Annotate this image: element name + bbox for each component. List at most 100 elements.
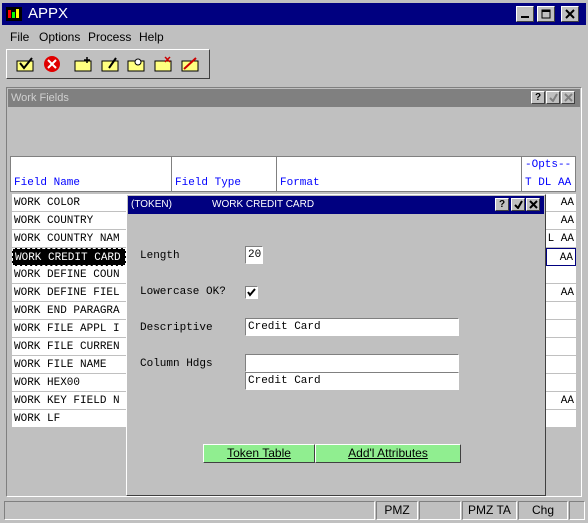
maximize-icon [541, 9, 551, 19]
menu-file-label: File [10, 30, 30, 44]
work-fields-title-bar [8, 89, 580, 107]
check-icon [16, 57, 34, 72]
lowercase-checkbox[interactable] [245, 286, 258, 299]
table-opts-cell [546, 302, 576, 320]
table-row[interactable]: WORK FILE CURREN [12, 338, 126, 356]
window-title: APPX [28, 5, 69, 22]
length-field[interactable]: 20 [245, 246, 263, 264]
table-opts-cell [546, 338, 576, 356]
column-hdg-field-1[interactable] [245, 354, 459, 372]
dialog-ok-button[interactable] [511, 198, 525, 211]
close-icon [528, 200, 538, 209]
table-row[interactable]: WORK COLOR [12, 194, 126, 212]
table-opts-cell [546, 266, 576, 284]
table-opts-cell: AA [546, 194, 576, 212]
descriptive-label: Descriptive [140, 322, 213, 334]
status-cell-1: PMZ [376, 501, 418, 520]
table-opts-cell: AA [546, 392, 576, 410]
status-cell-blank [419, 501, 461, 520]
inquire-button[interactable] [124, 53, 148, 75]
app-logo-icon [6, 7, 22, 21]
change-button[interactable] [98, 53, 122, 75]
main-title-bar [2, 3, 586, 25]
check-icon [513, 200, 523, 209]
col-header-field-name: Field Name [14, 177, 81, 189]
token-table-label: Token Table [227, 446, 291, 460]
table-row[interactable]: WORK FILE APPL I [12, 320, 126, 338]
checkmark-icon [247, 288, 256, 297]
lowercase-label: Lowercase OK? [140, 286, 226, 298]
close-folder-icon [154, 56, 172, 72]
add-attributes-label: Add'l Attributes [348, 446, 428, 460]
subwindow-close-button[interactable] [561, 91, 575, 104]
ok-button[interactable] [13, 53, 37, 75]
menu-file[interactable]: File [10, 30, 29, 44]
delete-button[interactable] [151, 53, 175, 75]
menu-process-label: Process [88, 30, 132, 44]
table-row[interactable]: WORK LF [12, 410, 126, 428]
close-button[interactable] [561, 6, 579, 22]
dialog-title: WORK CREDIT CARD [212, 199, 315, 210]
header-divider-2 [276, 156, 277, 192]
table-row[interactable]: WORK HEX00 [12, 374, 126, 392]
dialog-help-button[interactable]: ? [495, 198, 509, 211]
minimize-button[interactable] [516, 6, 534, 22]
table-row[interactable]: WORK KEY FIELD N [12, 392, 126, 410]
table-row[interactable]: WORK COUNTRY [12, 212, 126, 230]
menu-options[interactable]: Options [39, 30, 80, 44]
status-cell-end [569, 501, 585, 520]
table-row-selected[interactable]: WORK CREDIT CARD [12, 248, 126, 266]
dialog-title-bar [128, 196, 544, 214]
cancel-button[interactable] [40, 53, 64, 75]
table-opts-cell [546, 320, 576, 338]
delete-folder-icon [181, 57, 199, 72]
status-cell-3: Chg [518, 501, 568, 520]
menu-process[interactable]: Process [88, 30, 131, 44]
menu-options-label: Options [39, 30, 81, 44]
maximize-button[interactable] [537, 6, 555, 22]
subwindow-help-button[interactable]: ? [531, 91, 545, 104]
header-divider-3 [521, 156, 522, 192]
menu-help[interactable]: Help [139, 30, 164, 44]
table-opts-cell: L AA [546, 230, 576, 248]
cancel-icon [44, 56, 60, 72]
minimize-icon [521, 16, 529, 18]
work-fields-title: Work Fields [11, 92, 69, 104]
edit-folder-icon [101, 57, 119, 72]
header-divider-1 [171, 156, 172, 192]
add-attributes-button[interactable]: Add'l Attributes [315, 444, 461, 463]
add-button[interactable] [71, 53, 95, 75]
table-opts-cell [546, 410, 576, 428]
status-cell-2: PMZ TA [462, 501, 517, 520]
col-header-field-type: Field Type [175, 177, 242, 189]
descriptive-field[interactable]: Credit Card [245, 318, 459, 336]
table-row[interactable]: WORK DEFINE COUN [12, 266, 126, 284]
close-icon [565, 9, 575, 19]
new-folder-icon [74, 57, 92, 72]
table-row[interactable]: WORK DEFINE FIEL [12, 284, 126, 302]
column-hdg-field-2[interactable]: Credit Card [245, 372, 459, 390]
col-header-opts: -Opts-- [525, 159, 572, 171]
table-row[interactable]: WORK END PARAGRA [12, 302, 126, 320]
table-opts-cell [546, 374, 576, 392]
table-opts-cell [546, 356, 576, 374]
help-icon: ? [498, 198, 506, 210]
status-cell-main [4, 501, 375, 520]
close-icon [563, 93, 573, 102]
table-row[interactable]: WORK COUNTRY NAM [12, 230, 126, 248]
remove-button[interactable] [178, 53, 202, 75]
check-icon [548, 93, 558, 102]
token-table-button[interactable]: Token Table [203, 444, 315, 463]
table-opts-cell: AA [546, 212, 576, 230]
subwindow-ok-button[interactable] [546, 91, 560, 104]
column-hdgs-label: Column Hdgs [140, 358, 213, 370]
col-header-opts-cols: T DL AA [525, 177, 572, 189]
table-opts-cell-selected: AA [546, 248, 576, 266]
find-folder-icon [127, 58, 145, 72]
help-icon: ? [534, 91, 542, 103]
table-opts-cell: AA [546, 284, 576, 302]
table-row[interactable]: WORK FILE NAME [12, 356, 126, 374]
menu-help-label: Help [139, 30, 164, 44]
dialog-token-label: (TOKEN) [131, 199, 172, 210]
dialog-close-button[interactable] [526, 198, 540, 211]
